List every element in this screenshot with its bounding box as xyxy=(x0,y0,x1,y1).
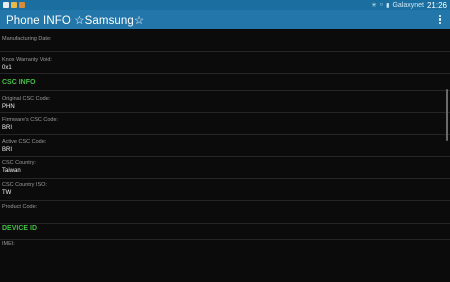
overflow-menu-button[interactable] xyxy=(434,10,446,29)
list-item-product-code: Product Code: xyxy=(0,201,450,224)
item-label: Product Code: xyxy=(2,204,38,210)
section-title: DEVICE ID xyxy=(2,225,38,232)
item-value: 0x1 xyxy=(2,65,12,71)
item-label: Knox Warranty Void: xyxy=(2,57,52,63)
item-value: TW xyxy=(2,190,12,196)
list-item-knox-warranty: Knox Warranty Void: 0x1 xyxy=(0,52,450,74)
section-title: CSC INFO xyxy=(2,79,36,86)
overflow-dot-icon xyxy=(438,14,442,17)
list-item-imei: IMEI: xyxy=(0,240,450,282)
item-label: Original CSC Code: xyxy=(2,96,51,102)
overflow-dot-icon xyxy=(438,18,442,21)
item-label: Manufacturing Date: xyxy=(2,36,52,42)
notification-icon xyxy=(3,2,9,8)
scrollbar-thumb[interactable] xyxy=(446,89,448,141)
carrier-name: Galaxynet xyxy=(392,1,424,9)
list-item-manufacturing-date: Manufacturing Date: xyxy=(0,29,450,52)
clock: 21:26 xyxy=(426,0,447,10)
app-icon xyxy=(11,2,17,8)
bluetooth-icon: ✳ xyxy=(371,2,377,9)
item-label: IMEI: xyxy=(2,241,15,247)
item-label: CSC Country ISO: xyxy=(2,182,47,188)
overflow-dot-icon xyxy=(438,22,442,25)
item-value: BRI xyxy=(2,125,13,131)
item-value: BRI xyxy=(2,147,13,153)
item-value: Taiwan xyxy=(2,168,21,174)
section-header-csc-info: CSC INFO xyxy=(0,74,450,91)
section-header-device-id: DEVICE ID xyxy=(0,224,450,240)
app-icon xyxy=(19,2,25,8)
list-item-firmware-csc: Firmware's CSC Code: BRI xyxy=(0,113,450,135)
item-label: CSC Country: xyxy=(2,160,36,166)
status-bar-notifications xyxy=(0,2,25,8)
status-bar-system: ✳ ○ ▮ Galaxynet 21:26 xyxy=(371,1,450,10)
item-label: Active CSC Code: xyxy=(2,139,47,145)
list-item-original-csc: Original CSC Code: PHN xyxy=(0,91,450,113)
item-label: Firmware's CSC Code: xyxy=(2,117,59,123)
status-bar: ✳ ○ ▮ Galaxynet 21:26 xyxy=(0,0,450,10)
action-bar: Phone INFO ☆Samsung☆ xyxy=(0,10,450,29)
info-list[interactable]: Manufacturing Date: Knox Warranty Void: … xyxy=(0,29,450,282)
list-item-csc-country: CSC Country: Taiwan xyxy=(0,157,450,179)
list-item-csc-country-iso: CSC Country ISO: TW xyxy=(0,179,450,201)
list-item-active-csc: Active CSC Code: BRI xyxy=(0,135,450,157)
battery-icon: ▮ xyxy=(386,2,390,9)
item-value: PHN xyxy=(2,104,15,110)
page-title: Phone INFO ☆Samsung☆ xyxy=(6,14,145,27)
wifi-icon: ○ xyxy=(379,2,384,8)
